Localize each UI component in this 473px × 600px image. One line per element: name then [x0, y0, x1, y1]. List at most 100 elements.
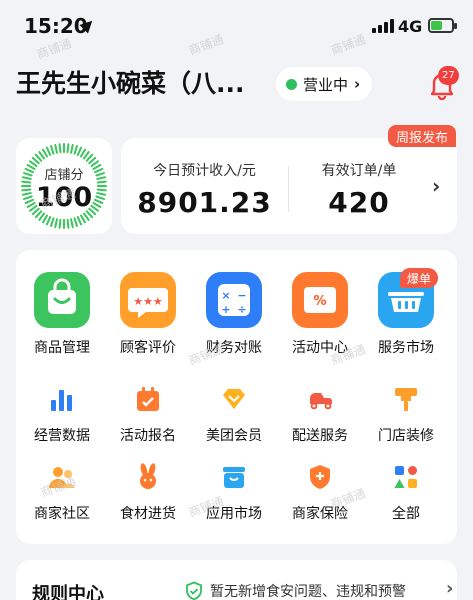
score-tick — [66, 218, 70, 229]
svg-text:÷: ÷ — [237, 303, 246, 316]
score-tick — [66, 143, 70, 154]
svg-text:%: % — [313, 294, 326, 309]
tile-label: 全部 — [392, 506, 420, 522]
score-tick — [73, 145, 78, 155]
review-stars-icon: ★★★ — [120, 272, 176, 328]
orders-stat: 有效订单/单 420 — [289, 138, 429, 234]
score-tick — [38, 212, 46, 221]
business-status-label: 营业中 — [303, 75, 349, 94]
calculator-icon: × − + ÷ — [206, 272, 262, 328]
discount-ticket-icon: % — [292, 272, 348, 328]
orders-label: 有效订单/单 — [321, 163, 397, 179]
tile-label: 美团会员 — [206, 428, 262, 444]
chevron-right-icon: › — [354, 75, 361, 93]
notification-badge: 27 — [438, 66, 459, 85]
business-status-button[interactable]: 营业中 › — [276, 67, 373, 101]
store-score-value: 100 — [35, 182, 93, 213]
store-name[interactable]: 王先生小碗菜（八... — [16, 64, 245, 100]
rules-center-title: 规则中心 — [32, 584, 104, 600]
score-tick — [50, 145, 55, 155]
score-tick — [88, 156, 97, 165]
tile-activity-signup[interactable]: 活动报名 — [105, 384, 191, 445]
tile-delivery-service[interactable]: 配送服务 — [277, 384, 363, 445]
score-tick — [80, 214, 86, 224]
score-tick — [54, 143, 58, 154]
score-tick — [34, 153, 43, 162]
tile-label: 服务市场 — [378, 340, 434, 356]
app-store-icon — [219, 462, 249, 492]
tile-merchant-insurance[interactable]: 商家保险 — [277, 462, 363, 523]
tile-label: 经营数据 — [34, 428, 90, 444]
tile-activity-center[interactable]: % 活动中心 — [277, 272, 363, 357]
income-label: 今日预计收入/元 — [153, 163, 256, 179]
status-time: 15:20 — [24, 14, 88, 38]
income-value: 8901.23 — [137, 186, 272, 219]
insurance-shield-icon — [305, 462, 335, 492]
tile-label: 商品管理 — [34, 340, 90, 356]
tile-label: 顾客评价 — [120, 340, 176, 356]
today-stats-card[interactable]: 今日预计收入/元 8901.23 有效订单/单 420 › — [121, 138, 457, 234]
tile-label: 商家社区 — [34, 506, 90, 522]
tile-ingredient-purchase[interactable]: 食材进货 — [105, 462, 191, 523]
svg-text:★★★: ★★★ — [133, 295, 163, 308]
svg-text:+: + — [221, 303, 230, 316]
tile-finance-reconciliation[interactable]: × − + ÷ 财务对账 — [191, 272, 277, 357]
tile-label: 活动报名 — [120, 428, 176, 444]
svg-text:−: − — [237, 289, 246, 302]
store-score-card[interactable]: 店铺分 100 — [16, 138, 112, 234]
tile-all[interactable]: 全部 — [363, 462, 449, 523]
tile-label: 活动中心 — [292, 340, 348, 356]
tile-label: 食材进货 — [120, 506, 176, 522]
income-stat: 今日预计收入/元 8901.23 — [121, 138, 288, 234]
score-tick — [85, 153, 94, 162]
rules-center-card[interactable]: 规则中心 暂无新增食安问题、违规和预警 › — [16, 560, 457, 600]
tile-label: 财务对账 — [206, 340, 262, 356]
score-tick — [38, 151, 46, 160]
tile-business-data[interactable]: 经营数据 — [19, 384, 105, 445]
signal-icon — [372, 19, 394, 33]
tile-label: 应用市场 — [206, 506, 262, 522]
tile-product-management[interactable]: 商品管理 — [19, 272, 105, 357]
diamond-icon — [219, 384, 249, 414]
hot-orders-tag: 爆单 — [400, 268, 439, 288]
score-tick — [42, 214, 48, 224]
shield-check-icon — [184, 581, 204, 600]
tile-customer-reviews[interactable]: ★★★ 顾客评价 — [105, 272, 191, 357]
score-tick — [50, 217, 55, 227]
chevron-right-icon[interactable]: › — [446, 578, 453, 599]
tile-merchant-community[interactable]: 商家社区 — [19, 462, 105, 523]
score-tick — [31, 156, 40, 165]
paint-roller-icon — [391, 384, 421, 414]
tile-store-decoration[interactable]: 门店装修 — [363, 384, 449, 445]
rules-status-message: 暂无新增食安问题、违规和预警 — [210, 584, 406, 600]
community-icon — [47, 462, 77, 492]
chevron-right-icon[interactable]: › — [432, 174, 440, 198]
tile-label: 门店装修 — [378, 428, 434, 444]
score-tick — [80, 148, 86, 158]
network-type: 4G — [398, 17, 423, 36]
tile-label: 配送服务 — [292, 428, 348, 444]
function-grid: 商品管理 ★★★ 顾客评价 × − + ÷ 财务对账 % 活动中心 服务市场 经… — [16, 250, 457, 544]
score-tick — [76, 146, 83, 156]
shopping-bag-icon — [34, 272, 90, 328]
delivery-scooter-icon — [305, 384, 335, 414]
score-tick — [58, 218, 62, 229]
rabbit-icon — [133, 462, 163, 492]
score-tick — [82, 212, 90, 221]
all-apps-icon — [391, 462, 421, 492]
battery-level — [431, 21, 442, 30]
score-tick — [45, 216, 52, 226]
score-tick — [82, 151, 90, 160]
tile-meituan-membership[interactable]: 美团会员 — [191, 384, 277, 445]
score-tick — [58, 143, 62, 154]
score-tick — [45, 146, 52, 156]
status-bar: 15:20 4G — [0, 0, 473, 46]
score-tick — [76, 216, 83, 226]
weekly-report-tag[interactable]: 周报发布 — [388, 125, 457, 147]
battery-icon — [428, 18, 457, 33]
score-tick — [70, 218, 74, 229]
tile-label: 商家保险 — [292, 506, 348, 522]
score-tick — [42, 148, 48, 158]
tile-app-market[interactable]: 应用市场 — [191, 462, 277, 523]
orders-value: 420 — [328, 186, 390, 219]
